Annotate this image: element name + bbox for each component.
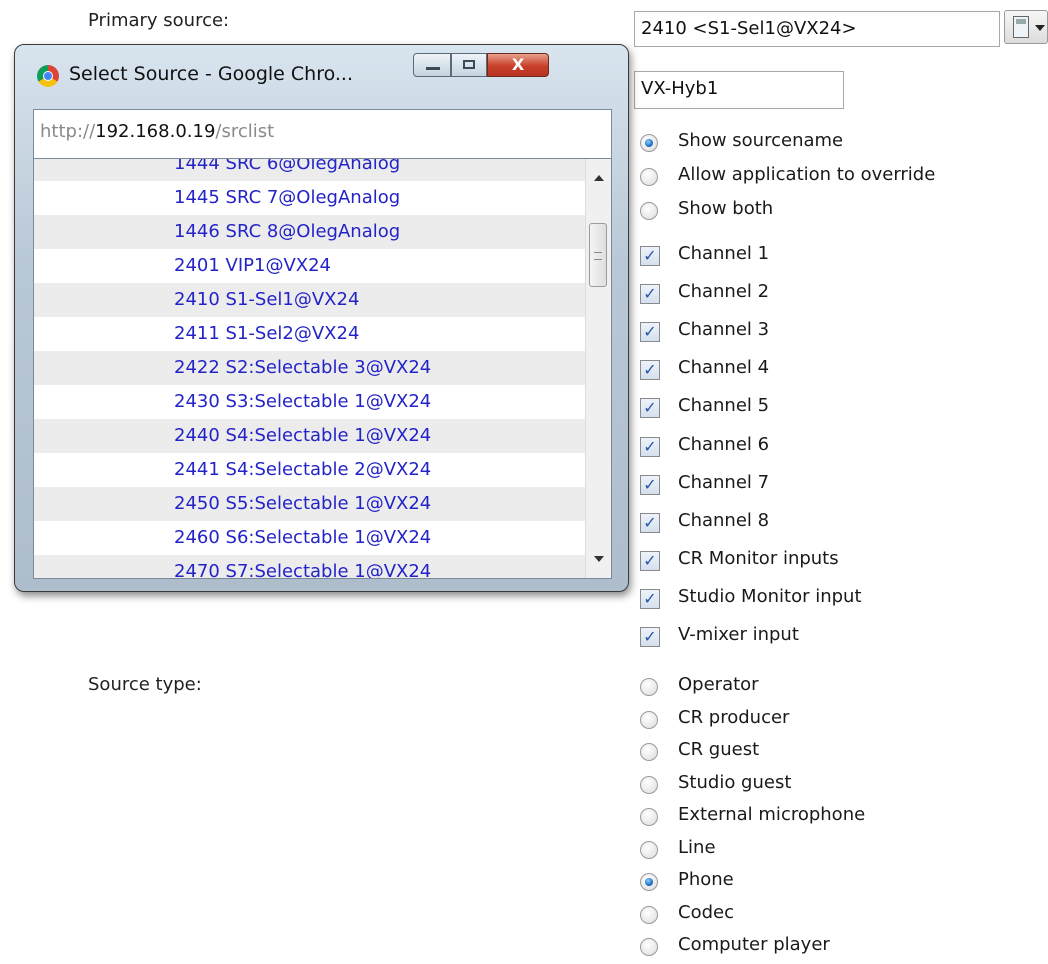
address-bar[interactable]: http://192.168.0.19/srclist [33, 109, 612, 159]
channel-option-label: Channel 4 [678, 357, 770, 379]
checkbox[interactable]: ✓ [640, 360, 660, 381]
source-type-option-label: Codec [678, 901, 734, 923]
source-list-item[interactable]: 2410 S1-Sel1@VX24 [34, 283, 586, 317]
minimize-button[interactable] [413, 53, 451, 77]
channel-option-label: Channel 8 [678, 509, 770, 531]
radio-button[interactable] [640, 840, 658, 859]
checkbox[interactable]: ✓ [640, 627, 660, 647]
checkbox[interactable]: ✓ [640, 398, 660, 419]
source-type-option-label: Phone [678, 869, 734, 890]
url-scheme: http:// [40, 121, 96, 142]
scroll-thumb[interactable] [589, 223, 607, 287]
source-list-items: 1444 SRC 6@OlegAnalog 1445 SRC 7@OlegAnal… [34, 159, 586, 578]
primary-source-label: Primary source: [88, 10, 230, 31]
primary-source-field[interactable]: 2410 <S1-Sel1@VX24> [634, 11, 1000, 47]
radio-button[interactable] [640, 168, 658, 186]
source-list-item[interactable]: 2470 S7:Selectable 1@VX24 [34, 555, 586, 578]
source-picker-button[interactable] [1004, 10, 1048, 44]
chrome-logo-icon [37, 65, 59, 87]
source-list-item[interactable]: 2440 S4:Selectable 1@VX24 [34, 419, 586, 453]
source-list-item[interactable]: 2401 VIP1@VX24 [34, 249, 586, 283]
radio-button[interactable] [640, 202, 658, 220]
channel-option-label: Channel 1 [678, 243, 770, 264]
checkbox[interactable]: ✓ [640, 246, 660, 266]
radio-button[interactable] [640, 743, 658, 761]
channel-option-label: CR Monitor inputs [678, 547, 839, 569]
radio-button[interactable] [640, 710, 658, 729]
checkbox[interactable]: ✓ [640, 436, 660, 457]
url-host: 192.168.0.19 [95, 121, 216, 142]
source-list-item[interactable]: 1444 SRC 6@OlegAnalog [34, 159, 586, 181]
source-type-option-label: CR producer [678, 706, 790, 728]
url-path: /srclist [215, 121, 275, 142]
source-type-option-label: External microphone [678, 804, 866, 825]
channel-option-label: Channel 3 [678, 319, 770, 341]
source-type-option-label: Line [678, 836, 716, 858]
name-field[interactable]: VX-Hyb1 [634, 71, 844, 109]
source-list-item[interactable]: 1446 SRC 8@OlegAnalog [34, 215, 586, 249]
source-list-item[interactable]: 1445 SRC 7@OlegAnalog [34, 181, 586, 215]
display-option-label: Show both [678, 198, 774, 219]
radio-button[interactable] [640, 134, 658, 152]
display-option-label: Allow application to override [678, 164, 936, 185]
source-list-item[interactable]: 2422 S2:Selectable 3@VX24 [34, 351, 586, 385]
radio-button[interactable] [640, 873, 658, 891]
maximize-button[interactable] [451, 53, 487, 77]
radio-button[interactable] [640, 905, 658, 924]
source-list-item[interactable]: 2450 S5:Selectable 1@VX24 [34, 487, 586, 521]
radio-button[interactable] [640, 938, 658, 956]
channel-option-label: Channel 5 [678, 395, 770, 417]
checkbox[interactable]: ✓ [640, 284, 660, 305]
radio-button[interactable] [640, 775, 658, 794]
channel-option-label: V-mixer input [678, 624, 799, 645]
radio-button[interactable] [640, 678, 658, 696]
source-type-option-label: Computer player [678, 934, 830, 955]
checkbox[interactable]: ✓ [640, 588, 660, 609]
radio-button[interactable] [640, 808, 658, 826]
source-list-item[interactable]: 2460 S6:Selectable 1@VX24 [34, 521, 586, 555]
close-icon: X [511, 55, 525, 74]
channel-option-label: Channel 6 [678, 433, 770, 455]
channel-option-label: Channel 7 [678, 471, 770, 493]
scroll-up-arrow-icon[interactable] [594, 175, 604, 181]
source-type-option-label: CR guest [678, 739, 760, 760]
vertical-scrollbar[interactable] [585, 159, 611, 578]
select-source-window: Select Source - Google Chro... X http://… [14, 44, 629, 592]
window-title: Select Source - Google Chro... [69, 63, 353, 85]
channel-option-label: Studio Monitor input [678, 585, 862, 607]
source-list-item[interactable]: 2411 S1-Sel2@VX24 [34, 317, 586, 351]
close-button[interactable]: X [487, 53, 549, 77]
source-type-option-label: Operator [678, 674, 759, 695]
source-list-item[interactable]: 2441 S4:Selectable 2@VX24 [34, 453, 586, 487]
calculator-icon [1013, 16, 1029, 38]
scroll-down-arrow-icon[interactable] [594, 556, 604, 562]
checkbox[interactable]: ✓ [640, 474, 660, 495]
checkbox[interactable]: ✓ [640, 550, 660, 571]
checkbox[interactable]: ✓ [640, 512, 660, 533]
source-list-item[interactable]: 2430 S3:Selectable 1@VX24 [34, 385, 586, 419]
source-type-option-label: Studio guest [678, 771, 792, 793]
source-list: 1444 SRC 6@OlegAnalog 1445 SRC 7@OlegAnal… [33, 159, 612, 579]
channel-option-label: Channel 2 [678, 281, 770, 303]
display-option-label: Show sourcename [678, 130, 844, 151]
chevron-down-icon [1035, 25, 1045, 31]
source-type-label: Source type: [88, 674, 202, 695]
checkbox[interactable]: ✓ [640, 322, 660, 343]
